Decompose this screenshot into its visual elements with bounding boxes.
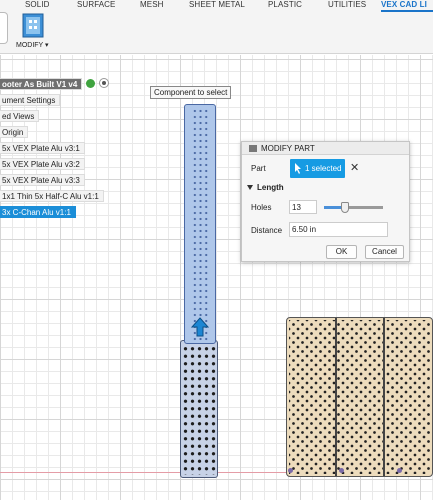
origin-point-icon xyxy=(288,468,293,473)
part-selection-button[interactable]: 1 selected xyxy=(290,159,345,178)
modify-part-icon[interactable] xyxy=(22,13,44,38)
browser-item-document-settings[interactable]: ument Settings xyxy=(0,94,61,106)
activate-radio-icon[interactable] xyxy=(99,78,109,88)
length-group-header[interactable]: Length xyxy=(247,183,284,192)
holes-input[interactable] xyxy=(289,200,317,214)
plate-seam xyxy=(383,318,385,476)
ribbon-tabs: SOLID SURFACE MESH SHEET METAL PLASTIC U… xyxy=(0,0,433,11)
origin-point-icon xyxy=(339,468,344,473)
part-label: Part xyxy=(251,164,266,173)
tab-vex-cad-library[interactable]: VEX CAD LI xyxy=(381,0,427,9)
visibility-icon[interactable] xyxy=(86,79,95,88)
toolbar-ribbon: SOLID SURFACE MESH SHEET METAL PLASTIC U… xyxy=(0,0,433,54)
distance-label: Distance xyxy=(251,226,283,235)
modify-part-dialog: MODIFY PART Part 1 selected ✕ Length Hol… xyxy=(241,141,410,262)
tab-surface[interactable]: SURFACE xyxy=(77,0,116,9)
cursor-icon xyxy=(295,163,301,174)
holes-label: Holes xyxy=(251,203,272,212)
c-channel-selected-part[interactable] xyxy=(184,104,216,344)
tab-solid[interactable]: SOLID xyxy=(25,0,50,9)
browser-item-plate-3[interactable]: 5x VEX Plate Alu v3:3 xyxy=(0,174,85,186)
holes-slider-thumb[interactable] xyxy=(341,202,350,213)
browser-item-c-channel[interactable]: 3x C-Chan Alu v1:1 xyxy=(0,206,76,218)
length-group-label: Length xyxy=(257,183,284,192)
modify-dropdown[interactable]: MODIFY ▾ xyxy=(16,41,49,49)
dialog-title: MODIFY PART xyxy=(261,144,315,153)
dialog-header[interactable]: MODIFY PART xyxy=(242,142,409,155)
dialog-collapse-icon[interactable] xyxy=(249,145,257,152)
cancel-button[interactable]: Cancel xyxy=(365,245,404,259)
drag-arrow-icon[interactable] xyxy=(191,317,209,337)
browser-item-plate-2[interactable]: 5x VEX Plate Alu v3:2 xyxy=(0,158,85,170)
tab-sheet-metal[interactable]: SHEET METAL xyxy=(189,0,245,9)
origin-point-icon xyxy=(397,468,402,473)
selection-tooltip: Component to select xyxy=(150,86,232,99)
tab-utilities[interactable]: UTILITIES xyxy=(328,0,366,9)
distance-input[interactable] xyxy=(289,222,388,237)
triangle-down-icon[interactable] xyxy=(247,185,253,190)
browser-item-named-views[interactable]: ed Views xyxy=(0,110,40,122)
browser-item-plate-1[interactable]: 5x VEX Plate Alu v3:1 xyxy=(0,142,85,154)
browser-item-origin[interactable]: Origin xyxy=(0,126,29,138)
browser-root-item[interactable]: ooter As Built V1 v4 xyxy=(0,78,83,90)
ribbon-panel-edge xyxy=(0,12,8,44)
browser-item-half-c-channel[interactable]: 1x1 Thin 5x Half-C Alu v1:1 xyxy=(0,190,104,202)
holes-slider[interactable] xyxy=(324,202,383,213)
ok-button[interactable]: OK xyxy=(326,245,357,259)
tab-plastic[interactable]: PLASTIC xyxy=(268,0,302,9)
plate-seam xyxy=(335,318,337,476)
c-channel-lower-part[interactable] xyxy=(180,340,218,478)
active-tab-indicator xyxy=(381,10,433,12)
tab-mesh[interactable]: MESH xyxy=(140,0,164,9)
close-icon[interactable]: ✕ xyxy=(350,161,359,175)
part-selection-text: 1 selected xyxy=(305,164,342,173)
vex-plate-part[interactable] xyxy=(286,317,433,477)
